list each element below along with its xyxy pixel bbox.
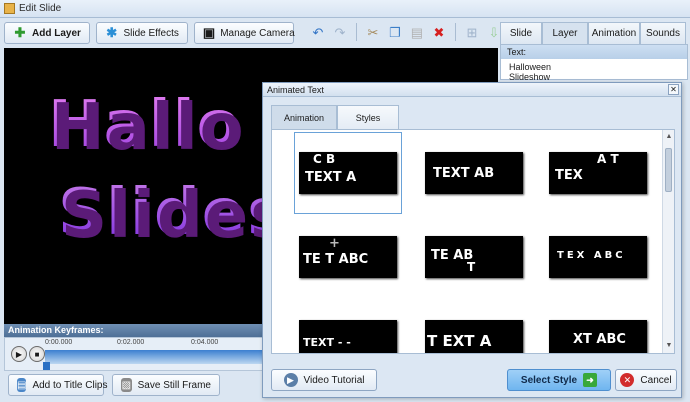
save-still-frame-button[interactable]: ▧ Save Still Frame: [112, 374, 220, 396]
animation-thumb[interactable]: XT ABC: [544, 300, 652, 353]
manage-camera-button[interactable]: ▣ Manage Camera: [193, 22, 295, 44]
thumb-extra: A T: [597, 152, 619, 166]
animated-text-dialog: Animated Text ✕ Animation Styles TEXT A …: [262, 82, 682, 398]
video-icon: ▶: [283, 373, 298, 387]
add-to-title-clips-button[interactable]: ▤ Add to Title Clips: [8, 374, 108, 396]
text-field-label: Text:: [501, 45, 687, 59]
camera-icon: ▣: [202, 25, 216, 40]
thumb-text: TEXT AB: [433, 166, 495, 181]
select-style-label: Select Style: [520, 374, 578, 386]
tab-styles[interactable]: Styles: [337, 105, 399, 129]
app-icon: [4, 3, 15, 14]
dialog-tabs: Animation Styles: [271, 105, 471, 130]
thumb-preview: TE AB T: [425, 236, 523, 278]
select-style-button[interactable]: Select Style ➜: [507, 369, 611, 391]
separator: [355, 23, 357, 41]
thumb-text: TEX: [555, 168, 583, 183]
video-tutorial-button[interactable]: ▶ Video Tutorial: [271, 369, 377, 391]
add-layer-button[interactable]: ✚ Add Layer: [4, 22, 90, 44]
scroll-down-icon[interactable]: ▼: [665, 342, 673, 350]
thumb-preview: T EXT A: [425, 320, 523, 353]
animation-thumb[interactable]: TEXT - -: [294, 300, 402, 353]
sparkle-icon: ✱: [106, 25, 118, 40]
tick-label: 0:02.000: [117, 339, 145, 346]
thumb-text: XT ABC: [573, 332, 626, 347]
animation-thumb[interactable]: TEXT AB: [420, 132, 528, 214]
thumb-text: TEXT - -: [303, 336, 351, 349]
animation-gallery: TEXT A C B TEXT AB TEX A T TE T ABC + TE: [271, 129, 675, 354]
thumb-preview: XT ABC: [549, 320, 647, 353]
video-tutorial-label: Video Tutorial: [303, 374, 365, 386]
redo-icon[interactable]: ↷: [330, 23, 350, 43]
animation-thumb[interactable]: TEX ABC: [544, 216, 652, 298]
toolbar: ✚ Add Layer ✱ Slide Effects ▣ Manage Cam…: [4, 22, 521, 44]
keyframe-marker[interactable]: [43, 362, 50, 370]
copy-icon[interactable]: ❐: [385, 23, 405, 43]
thumb-preview: TE T ABC +: [299, 236, 397, 278]
thumb-text: T EXT A: [427, 332, 492, 350]
close-icon[interactable]: ✕: [668, 84, 679, 95]
thumb-extra: T: [467, 260, 476, 274]
window-title: Edit Slide: [19, 3, 62, 14]
cancel-button[interactable]: ✕ Cancel: [615, 369, 677, 391]
undo-icon[interactable]: ↶: [308, 23, 328, 43]
edit-icons: ↶ ↷ ✂ ❐ ▤ ✖ ⊞ ⇩ ⇧: [308, 23, 526, 43]
paste-icon[interactable]: ▤: [407, 23, 427, 43]
arrow-right-icon: ➜: [583, 373, 598, 387]
preview-title-line2: Slides: [58, 176, 288, 250]
separator: [454, 23, 456, 41]
add-layer-label: Add Layer: [32, 27, 81, 39]
play-button[interactable]: ▶: [11, 346, 27, 362]
tab-animation[interactable]: Animation: [271, 105, 337, 130]
animation-thumb[interactable]: TE AB T: [420, 216, 528, 298]
stop-button[interactable]: ■: [29, 346, 45, 362]
thumb-text: TEX ABC: [557, 250, 626, 261]
delete-icon[interactable]: ✖: [429, 23, 449, 43]
tick-label: 0:00.000: [45, 339, 73, 346]
align-icon[interactable]: ⊞: [462, 23, 482, 43]
tab-animation[interactable]: Animation: [588, 22, 640, 44]
preview-title-line1: Hallo: [48, 88, 243, 162]
dialog-titlebar: Animated Text ✕: [263, 83, 681, 97]
animation-thumb[interactable]: TE T ABC +: [294, 216, 402, 298]
thumb-text: TE T ABC: [303, 252, 369, 267]
tab-slide[interactable]: Slide: [500, 22, 542, 44]
save-still-frame-label: Save Still Frame: [137, 379, 211, 391]
animation-thumb[interactable]: TEXT A C B: [294, 132, 402, 214]
thumb-preview: TEXT A C B: [299, 152, 397, 194]
cut-icon[interactable]: ✂: [363, 23, 383, 43]
thumb-text: TEXT A: [305, 170, 357, 185]
animation-thumb[interactable]: T EXT A: [420, 300, 528, 353]
add-to-title-clips-label: Add to Title Clips: [32, 379, 108, 391]
thumb-preview: TEXT - -: [299, 320, 397, 353]
tab-layer[interactable]: Layer: [542, 22, 588, 44]
layer-panel: Text: Halloween Slideshow: [500, 44, 688, 82]
frame-icon: ▧: [121, 378, 132, 392]
slide-effects-button[interactable]: ✱ Slide Effects: [95, 22, 188, 44]
scroll-thumb[interactable]: [665, 148, 672, 192]
plus-icon: ✚: [14, 25, 26, 40]
thumb-preview: TEX ABC: [549, 236, 647, 278]
scroll-up-icon[interactable]: ▲: [665, 133, 673, 141]
tick-label: 0:04.000: [191, 339, 219, 346]
window-titlebar: Edit Slide: [0, 0, 690, 18]
text-value-line2: Slideshow: [509, 72, 551, 82]
text-value-line1: Halloween: [509, 62, 552, 72]
dialog-title: Animated Text: [267, 84, 324, 95]
manage-camera-label: Manage Camera: [220, 27, 295, 39]
animation-thumb[interactable]: TEX A T: [544, 132, 652, 214]
gallery-scrollbar[interactable]: ▲ ▼: [662, 130, 674, 353]
cancel-label: Cancel: [640, 374, 672, 386]
cancel-icon: ✕: [620, 373, 635, 387]
thumb-preview: TEXT AB: [425, 152, 523, 194]
thumb-extra: C B: [313, 152, 336, 166]
thumb-preview: TEX A T: [549, 152, 647, 194]
slide-effects-label: Slide Effects: [123, 27, 179, 39]
clip-icon: ▤: [17, 378, 27, 392]
tab-sounds[interactable]: Sounds: [640, 22, 686, 44]
thumb-extra: +: [329, 236, 340, 251]
right-tabs: Slide Layer Animation Sounds: [500, 22, 688, 44]
